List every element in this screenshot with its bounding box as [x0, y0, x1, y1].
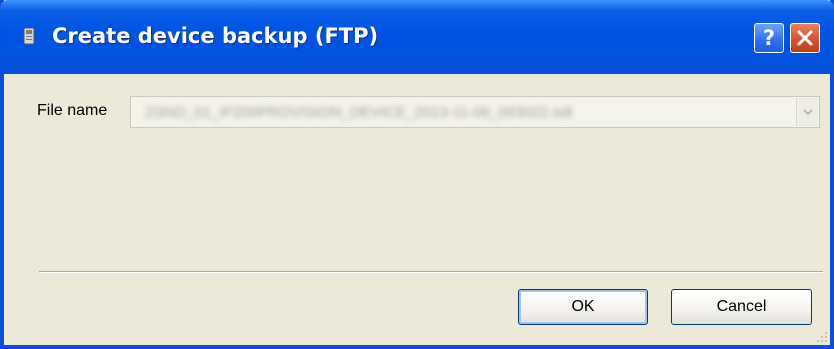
file-name-label: File name — [37, 102, 108, 119]
close-icon — [797, 30, 813, 46]
close-button[interactable] — [790, 23, 820, 53]
file-name-dropdown[interactable]: ZSND_01_IP200PROVISION_DEVICE_2013-11-06… — [130, 96, 820, 128]
title-bar[interactable]: Create device backup (FTP) ? — [0, 0, 834, 74]
device-icon — [22, 26, 36, 46]
dropdown-arrow-button[interactable] — [796, 98, 818, 126]
resize-grip-icon[interactable] — [814, 329, 828, 343]
window-title: Create device backup (FTP) — [52, 24, 379, 48]
chevron-down-icon — [803, 109, 813, 116]
file-name-value: ZSND_01_IP200PROVISION_DEVICE_2013-11-06… — [145, 104, 573, 121]
ok-button[interactable]: OK — [518, 289, 648, 325]
help-button[interactable]: ? — [754, 23, 784, 53]
dialog-window: Create device backup (FTP) ? File name Z… — [0, 0, 834, 349]
help-icon: ? — [762, 26, 776, 50]
cancel-button[interactable]: Cancel — [671, 289, 812, 325]
separator — [39, 271, 823, 273]
